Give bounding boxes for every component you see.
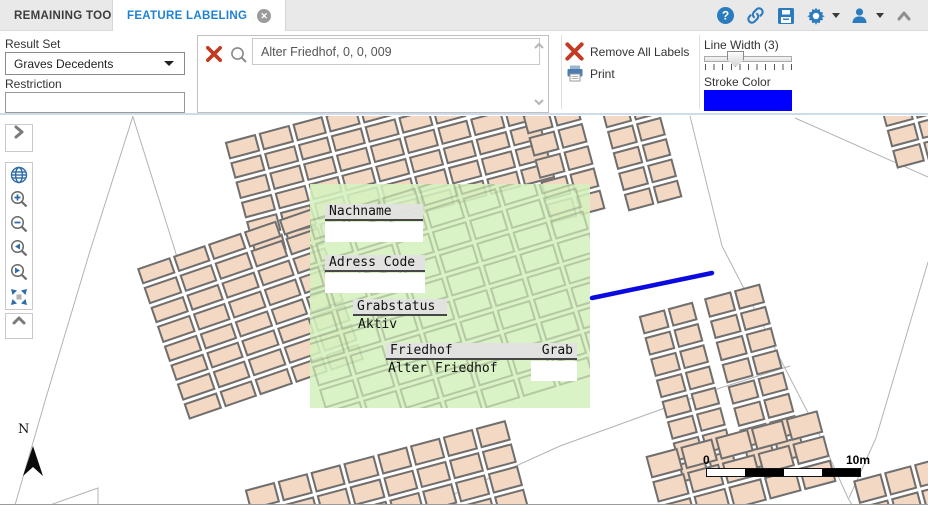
friedhof-grab-field-label: Friedhof Grab [386,343,577,360]
search-result-row[interactable]: Alter Friedhof, 0, 0, 009 [252,38,540,65]
tab-remaining-tools-label: REMAINING TOOLS [14,9,127,22]
restriction-input[interactable] [5,92,185,113]
adress-code-field-label: Adress Code [325,255,425,272]
print-text: Print [590,66,615,81]
full-extent-icon[interactable] [6,285,32,309]
globe-icon[interactable] [6,163,32,187]
nachname-field-label: Nachname [325,204,423,221]
line-width-slider-ticks [705,64,792,70]
expand-panel-button[interactable] [5,124,33,152]
restriction-label: Restriction [5,77,62,91]
scale-segment [783,469,822,476]
grab-label: Grab [541,343,573,358]
next-extent-icon[interactable] [6,260,32,284]
help-icon[interactable]: ? [715,5,736,26]
scale-start-label: 0 [703,453,710,467]
toolbar-divider [561,35,562,109]
result-set-label: Result Set [5,37,61,51]
map-canvas[interactable]: Nachname Adress Code Grabstatus Aktiv Fr… [0,116,928,505]
user-icon[interactable] [849,5,870,26]
tab-feature-labeling[interactable]: FEATURE LABELING ✕ [112,0,287,32]
grave-cell [244,481,281,504]
toolbar-divider-2 [699,35,700,109]
scale-bar [706,468,861,477]
grave-cell [652,179,683,204]
save-icon[interactable] [775,5,796,26]
grab-field-value [531,361,577,381]
link-icon[interactable] [745,5,766,26]
line-width-slider[interactable] [704,51,792,67]
grabstatus-field-label: Grabstatus [353,299,447,316]
settings-gear-icon[interactable] [805,5,826,26]
remove-all-labels-text: Remove All Labels [590,44,690,59]
friedhof-field-value: Alter Friedhof [388,361,498,376]
svg-text:?: ? [722,9,729,23]
tab-close-icon[interactable]: ✕ [257,9,272,23]
collapse-tools-button[interactable] [5,313,33,339]
grave-cell [556,122,588,150]
feature-label-overlay: Nachname Adress Code Grabstatus Aktiv Fr… [310,184,590,408]
chevron-up-icon [12,316,26,325]
grave-block [880,116,928,169]
grave-cell [883,465,918,496]
grave-block [601,116,683,212]
grave-cell [917,116,928,140]
zoom-in-icon[interactable] [6,187,32,211]
grave-cell [562,145,594,172]
window-icon-bar: ? [715,5,914,26]
friedhof-label: Friedhof [390,343,453,358]
search-result-icon[interactable] [229,45,251,67]
stroke-color-label: Stroke Color [704,75,771,89]
grave-cell [534,152,566,179]
tab-bar: REMAINING TOOLS FEATURE LABELING ✕ ? [0,0,928,32]
grave-cell [853,473,887,504]
nachname-field-value [325,222,423,242]
bottom-spacer [0,505,928,532]
tab-feature-labeling-label: FEATURE LABELING [127,10,248,22]
remove-all-labels-button[interactable]: Remove All Labels [565,42,689,61]
stroke-color-swatch[interactable] [704,90,792,111]
grave-cell [914,456,928,488]
result-set-dropdown[interactable]: Graves Decedents [5,52,185,75]
scale-segment [821,469,860,476]
remove-all-x-icon [565,42,584,61]
feature-labeling-toolbar: Result Set Graves Decedents Restriction … [0,31,928,115]
chevron-right-icon [14,125,24,139]
search-result-text: Alter Friedhof, 0, 0, 009 [261,44,392,59]
grave-cell [528,130,560,157]
grave-cell [892,143,925,169]
application-window: REMAINING TOOLS FEATURE LABELING ✕ ? Res… [0,0,928,532]
north-arrow-icon [23,446,43,476]
result-set-value: Graves Decedents [14,56,114,71]
print-button[interactable]: Print [566,65,615,82]
adress-code-field-value [325,273,425,293]
scale-segment [707,469,746,476]
line-width-label: Line Width (3) [704,38,779,52]
scale-segment [745,469,784,476]
grave-cell [623,186,655,212]
grabstatus-field-value: Aktiv [358,317,398,332]
collapse-panel-icon[interactable] [893,5,914,26]
scroll-up-icon[interactable] [532,40,546,52]
scroll-down-icon[interactable] [532,96,546,108]
search-result-list: Alter Friedhof, 0, 0, 009 [197,35,549,113]
settings-caret-icon[interactable] [832,13,840,18]
grave-block [244,420,536,504]
map-tools-panel [5,162,33,310]
previous-extent-icon[interactable] [6,236,32,260]
scale-end-label: 10m [846,453,871,467]
print-icon [567,65,583,82]
dropdown-caret-icon [164,61,174,66]
user-caret-icon[interactable] [876,13,884,18]
zoom-out-icon[interactable] [6,212,32,236]
remove-result-icon[interactable] [205,45,225,65]
grave-cell [349,478,386,504]
